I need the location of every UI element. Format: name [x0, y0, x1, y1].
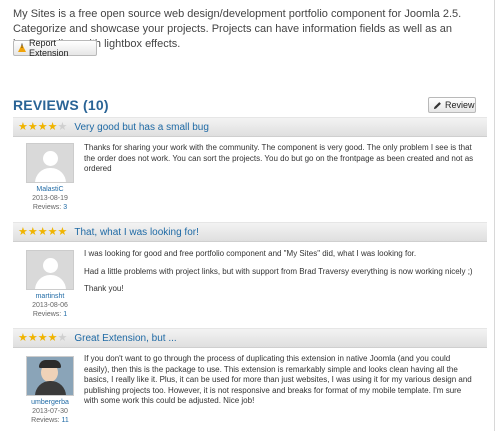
- rating-stars: ★ ★ ★ ★ ★: [18, 225, 68, 238]
- star-filled-icon: ★: [18, 120, 28, 133]
- reviews-heading: REVIEWS (10): [13, 97, 109, 113]
- warning-icon: [18, 44, 26, 52]
- reviewer-name[interactable]: umbergerba: [22, 398, 78, 407]
- review-paragraph: Thanks for sharing your work with the co…: [84, 143, 474, 173]
- review-count-link[interactable]: 1: [63, 311, 67, 318]
- review-date: 2013-07-30: [32, 408, 68, 415]
- avatar: [26, 356, 74, 396]
- star-filled-icon: ★: [47, 120, 58, 133]
- reviewer-info: martinsht 2013-08-06 Reviews: 1: [22, 250, 78, 319]
- star-filled-icon: ★: [47, 225, 58, 238]
- review-header: ★ ★ ★ ★ ★ Great Extension, but ...: [13, 328, 487, 348]
- rating-stars: ★ ★ ★ ★ ★: [18, 120, 68, 133]
- star-filled-icon: ★: [47, 331, 58, 344]
- review-date: 2013-08-19: [32, 195, 68, 202]
- review-paragraph: I was looking for good and free portfoli…: [84, 249, 417, 258]
- reviewer-review-count: Reviews: 11: [31, 417, 69, 424]
- reviewer-info: umbergerba 2013-07-30 Reviews: 11: [22, 356, 78, 425]
- review-title[interactable]: Very good but has a small bug: [74, 122, 209, 133]
- review-paragraph: Thank you!: [84, 284, 124, 293]
- star-filled-icon: ★: [37, 120, 48, 133]
- reviewer-review-count: Reviews: 3: [32, 204, 68, 211]
- star-empty-icon: ★: [57, 331, 68, 344]
- review-paragraph: Had a little problems with project links…: [84, 266, 473, 276]
- star-filled-icon: ★: [27, 120, 38, 133]
- review-header: ★ ★ ★ ★ ★ Very good but has a small bug: [13, 117, 487, 137]
- report-extension-button[interactable]: Report Extension: [13, 38, 97, 58]
- reviewer-name[interactable]: martinsht: [22, 292, 78, 301]
- page-right-border: [494, 0, 495, 431]
- star-filled-icon: ★: [57, 225, 68, 238]
- star-filled-icon: ★: [27, 225, 38, 238]
- write-review-button[interactable]: Review: [428, 97, 476, 113]
- review-date: 2013-08-06: [32, 302, 68, 309]
- review-paragraph: If you don't want to go through the proc…: [84, 354, 472, 405]
- review-header: ★ ★ ★ ★ ★ That, what I was looking for!: [13, 222, 487, 242]
- review-body: Thanks for sharing your work with the co…: [84, 143, 476, 175]
- write-review-label: Review: [445, 100, 475, 110]
- avatar: [26, 143, 74, 183]
- avatar: [26, 250, 74, 290]
- report-extension-label: Report Extension: [29, 38, 69, 58]
- star-empty-icon: ★: [57, 120, 68, 133]
- rating-stars: ★ ★ ★ ★ ★: [18, 331, 68, 344]
- review-title[interactable]: That, what I was looking for!: [74, 227, 199, 238]
- reviewer-review-count: Reviews: 1: [32, 311, 68, 318]
- star-filled-icon: ★: [18, 225, 28, 238]
- review-title[interactable]: Great Extension, but ...: [74, 333, 176, 344]
- star-filled-icon: ★: [37, 225, 48, 238]
- star-filled-icon: ★: [37, 331, 48, 344]
- review-body: If you don't want to go through the proc…: [84, 354, 476, 407]
- star-filled-icon: ★: [18, 331, 28, 344]
- review-count-link[interactable]: 3: [63, 204, 67, 211]
- pencil-icon: [433, 101, 441, 109]
- star-filled-icon: ★: [27, 331, 38, 344]
- reviewer-info: MalastiC 2013-08-19 Reviews: 3: [22, 143, 78, 212]
- reviewer-name[interactable]: MalastiC: [22, 185, 78, 194]
- review-count-link[interactable]: 11: [62, 417, 69, 424]
- review-body: I was looking for good and free portfoli…: [84, 249, 476, 295]
